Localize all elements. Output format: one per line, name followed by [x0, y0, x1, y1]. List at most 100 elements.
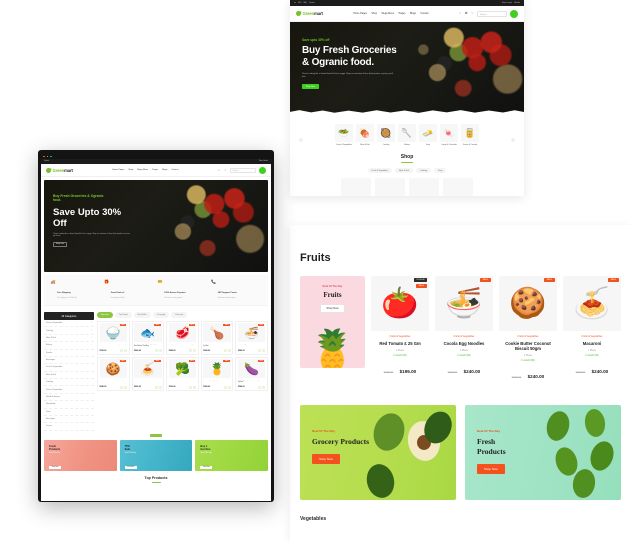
sidebar-item[interactable]: Bakery › — [44, 342, 94, 350]
topbar-lang[interactable]: en — [294, 0, 296, 6]
filter-pill[interactable]: Fruits & Vegetables — [367, 168, 392, 174]
wishlist-icon[interactable] — [193, 349, 197, 353]
product-card[interactable]: 🍚 SALE Premium Atta Rice Basmati (Smaller… — [97, 320, 130, 355]
nav-item-pages[interactable]: Pages — [399, 12, 406, 15]
tab-new-item[interactable]: New Item — [97, 312, 113, 318]
nav-item-contact[interactable]: Contact — [420, 12, 428, 15]
topbar-right-text[interactable]: Store Locator — [259, 159, 268, 164]
add-to-cart-icon[interactable] — [120, 385, 124, 389]
wishlist-icon[interactable] — [124, 349, 128, 353]
promo-shop-now-button[interactable]: Shop Now — [124, 466, 137, 470]
topbar-currency[interactable]: USD — [298, 0, 302, 6]
wishlist-icon[interactable] — [262, 385, 266, 389]
sidebar-item[interactable]: Meat & Fish — [44, 372, 94, 379]
sidebar-item[interactable]: Health & Beauty — [44, 394, 94, 402]
nav-item-blogs[interactable]: Blogs — [162, 169, 167, 171]
topbar-wishlist[interactable]: Wishlist — [514, 0, 520, 6]
add-to-cart-icon[interactable] — [189, 385, 193, 389]
wishlist-icon[interactable]: ♡ — [224, 168, 227, 172]
product-thumb[interactable] — [341, 178, 371, 196]
wishlist-icon[interactable] — [262, 349, 266, 353]
wishlist-icon[interactable] — [227, 385, 231, 389]
promo-shop-now-button[interactable]: Shop Now — [49, 466, 61, 470]
search-input[interactable]: Search... — [230, 167, 256, 173]
sidebar-item[interactable]: Meat & Fish › — [44, 335, 94, 343]
filter-pill[interactable]: Meat & Fish — [394, 168, 414, 174]
wishlist-icon[interactable] — [124, 385, 128, 389]
nav-item-home[interactable]: Home Pages — [353, 12, 367, 15]
product-card[interactable]: 🐟 SALE Green Fish (L Big) 1 Kg (Avg 1) Pe… — [131, 320, 165, 355]
tab-featured[interactable]: Featured — [171, 312, 187, 318]
carousel-prev-icon[interactable]: ‹ — [299, 138, 303, 142]
sidebar-item[interactable]: Fruits & Vegetables › — [44, 320, 94, 328]
product-card[interactable]: 🍝 SALE Macaroni $240.00 — [131, 356, 165, 392]
category-item[interactable]: 🍬 Candy & Chocolate — [440, 124, 458, 146]
category-item[interactable]: 🥫 Frozen & Canned — [461, 124, 479, 146]
add-to-cart-icon[interactable] — [154, 349, 158, 353]
deal-shop-now-button[interactable]: Shop Now — [319, 304, 346, 313]
sidebar-item[interactable]: Cooking › — [44, 327, 94, 335]
product-thumb[interactable] — [409, 178, 439, 196]
promo-banner-fresh[interactable]: Deal Of The Day Fresh Products Shop Now — [465, 405, 621, 501]
tab-campaign[interactable]: Campaign — [152, 312, 170, 318]
carousel-next-icon[interactable]: › — [511, 138, 515, 142]
wishlist-icon[interactable] — [193, 385, 197, 389]
add-to-cart-icon[interactable] — [258, 349, 262, 353]
add-to-cart-icon[interactable] — [154, 385, 158, 389]
nav-item-mega-menu[interactable]: Mega Menu — [382, 12, 395, 15]
nav-item-shop[interactable]: Shop — [371, 12, 377, 15]
brand-logo[interactable]: Greenmart — [45, 167, 73, 173]
sidebar-item[interactable]: Beverages — [44, 416, 94, 424]
wishlist-icon[interactable] — [158, 349, 162, 353]
sidebar-item[interactable]: Fruits & Vegetables — [44, 386, 94, 394]
nav-item-home[interactable]: Home Pages — [112, 169, 124, 171]
banner-shop-now-button[interactable]: Shop Now — [312, 454, 340, 465]
topbar-faq[interactable]: FAQ — [303, 0, 306, 6]
window-close-icon[interactable] — [43, 155, 45, 158]
category-item[interactable]: 🍖 Meat & Fish — [356, 124, 374, 146]
wishlist-icon[interactable] — [158, 385, 162, 389]
sidebar-item[interactable]: Household — [44, 401, 94, 409]
category-item[interactable]: 🥘 Cooking — [377, 124, 395, 146]
promo-banner-grocery[interactable]: Deal Of The Day Grocery Products Shop No… — [300, 405, 456, 501]
search-input[interactable]: Search... — [476, 10, 507, 17]
nav-item-contact[interactable]: Contact — [171, 169, 178, 171]
sidebar-item[interactable]: Snacks — [44, 350, 94, 357]
add-to-cart-icon[interactable] — [223, 385, 227, 389]
product-card[interactable]: 🍜 SALE Fruits & Vegetables Cocola Egg No… — [435, 276, 493, 383]
promo-card-fresh-products[interactable]: Fresh Products Deal Of The Day Shop Now — [44, 440, 117, 472]
nav-item-shop[interactable]: Shop — [128, 169, 133, 171]
topbar-store-locator[interactable]: Store Locator — [502, 0, 512, 6]
search-icon[interactable]: ⌕ — [459, 12, 462, 15]
add-to-cart-icon[interactable] — [120, 349, 124, 353]
filter-pill[interactable]: Dairy — [434, 168, 447, 174]
window-maximize-icon[interactable] — [50, 155, 52, 158]
nav-item-pages[interactable]: Pages — [152, 169, 158, 171]
deal-of-the-day-card[interactable]: Deal Of The Day Fruits Shop Now 🍍 — [300, 276, 365, 368]
product-card[interactable]: 🍗 SALE Boneless Chicken Breast Boneless 1… — [200, 320, 234, 355]
window-minimize-icon[interactable] — [46, 155, 49, 158]
topbar-left-text[interactable]: Contact — [44, 159, 49, 164]
product-card[interactable]: 🥦 SALE Broccoli $190.00 — [166, 356, 199, 392]
add-to-cart-icon[interactable] — [189, 349, 193, 353]
product-card[interactable]: 🍪 SALE Fruits & Vegetables Cookie Butter… — [499, 276, 557, 383]
product-card[interactable]: 🍝 SALE Fruits & Vegetables Macaroni 1 Pi… — [563, 276, 621, 383]
category-item[interactable]: 🥗 Fruits & Vegetables — [335, 124, 353, 146]
nav-item-mega-menu[interactable]: Mega Menu — [137, 169, 148, 171]
product-card[interactable]: 🥩 SALE Bengali Beef Bone Boneless 1 Kg Bo… — [166, 320, 199, 355]
product-card[interactable]: 🍆 SALE Attar Eggplant or Brinjal Banglade… — [235, 356, 268, 392]
filter-pill[interactable]: Cooking — [416, 168, 431, 174]
tab-top-rated[interactable]: Top Rated — [115, 312, 132, 318]
sidebar-item[interactable]: Dairy — [44, 409, 94, 416]
nav-item-blogs[interactable]: Blogs — [410, 12, 416, 15]
hero-shop-now-button[interactable]: Shop Now — [302, 84, 319, 89]
product-card[interactable]: 🍅 12:45:06 SALE Fruits & Vegetables Red … — [371, 276, 429, 383]
banner-shop-now-button[interactable]: Shop Now — [477, 464, 505, 475]
category-item[interactable]: 🧈 Dairy — [419, 124, 437, 146]
product-card[interactable]: 🍜 SALE Cocola Egg Noodles $290.00 — [235, 320, 268, 355]
product-card[interactable]: 🍪 SALE Cookie Butter Coconut Biscuit 50gm… — [97, 356, 130, 392]
tab-best-seller[interactable]: Best Seller — [133, 312, 151, 318]
promo-card-sale[interactable]: 75% Sale Deal Of The Day Shop Now — [119, 440, 193, 472]
promo-card-buy-one[interactable]: Buy 1 Get One Deal Of The Day Shop Now — [195, 440, 269, 472]
add-to-cart-icon[interactable] — [258, 385, 262, 389]
